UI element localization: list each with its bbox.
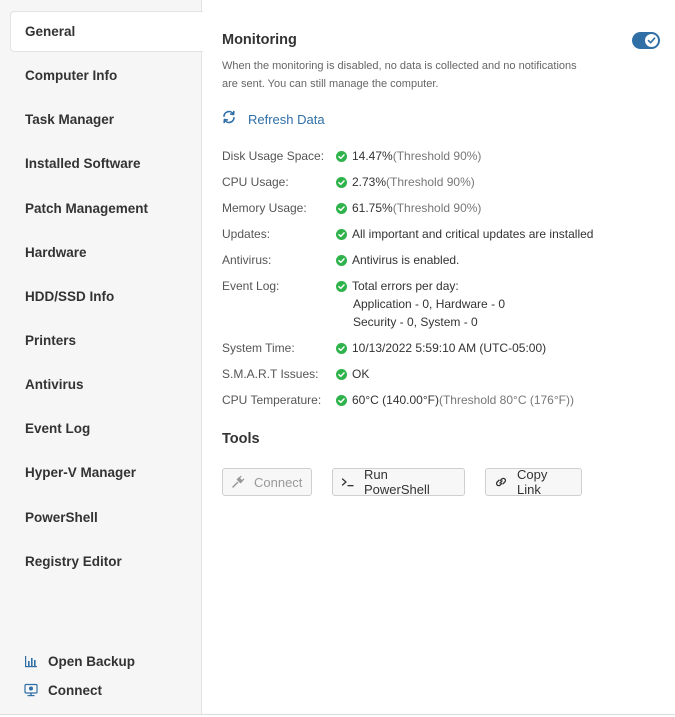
antivirus-value: Antivirus is enabled. xyxy=(336,253,459,267)
event-log-line-1: Total errors per day: xyxy=(352,279,459,293)
cpu-usage-label: CPU Usage: xyxy=(222,175,289,189)
terminal-icon xyxy=(341,475,355,489)
event-log-line-2: Application - 0, Hardware - 0 xyxy=(353,297,506,311)
cpu-temperature-label: CPU Temperature: xyxy=(222,393,322,407)
system-time-label: System Time: xyxy=(222,341,295,355)
sidebar-item-hyper-v-manager[interactable]: Hyper-V Manager xyxy=(11,452,202,493)
success-check-icon xyxy=(336,369,347,380)
copy-link-label: Copy Link xyxy=(517,467,548,497)
cpu-usage-threshold: (Threshold 90%) xyxy=(386,175,475,189)
cpu-temperature-text: 60°C (140.00°F) xyxy=(352,393,439,407)
tools-title: Tools xyxy=(222,431,260,447)
cpu-temperature-value: 60°C (140.00°F) (Threshold 80°C (176°F)) xyxy=(336,393,574,407)
sidebar-item-computer-info[interactable]: Computer Info xyxy=(11,55,202,96)
connect-link[interactable]: Connect xyxy=(24,680,102,700)
disk-usage-label: Disk Usage Space: xyxy=(222,149,325,163)
run-powershell-button[interactable]: Run PowerShell xyxy=(332,467,465,497)
connect-button-label: Connect xyxy=(254,474,303,490)
sidebar-item-event-log[interactable]: Event Log xyxy=(11,408,202,449)
refresh-data-label: Refresh Data xyxy=(248,111,325,127)
monitoring-toggle[interactable] xyxy=(632,32,660,49)
success-check-icon xyxy=(336,395,347,406)
memory-usage-percent: 61.75% xyxy=(352,201,393,215)
connect-link-label: Connect xyxy=(48,682,102,698)
memory-usage-value: 61.75% (Threshold 90%) xyxy=(336,201,481,215)
success-check-icon xyxy=(336,177,347,188)
monitoring-description: When the monitoring is disabled, no data… xyxy=(222,60,577,90)
smart-issues-label: S.M.A.R.T Issues: xyxy=(222,367,319,381)
event-log-line-3: Security - 0, System - 0 xyxy=(353,315,478,329)
smart-issues-value: OK xyxy=(336,367,369,381)
cpu-usage-percent: 2.73% xyxy=(352,175,387,189)
bar-chart-icon xyxy=(24,654,38,668)
copy-link-button[interactable]: Copy Link xyxy=(485,467,582,497)
updates-value: All important and critical updates are i… xyxy=(336,227,593,241)
refresh-icon xyxy=(222,110,236,129)
event-log-details: Total errors per day: Application - 0, H… xyxy=(352,277,505,331)
sidebar-item-antivirus[interactable]: Antivirus xyxy=(11,364,202,405)
sidebar-item-hdd-ssd-info[interactable]: HDD/SSD Info xyxy=(11,276,202,317)
sidebar-item-registry-editor[interactable]: Registry Editor xyxy=(11,541,202,582)
sidebar-item-patch-management[interactable]: Patch Management xyxy=(11,188,202,229)
success-check-icon xyxy=(336,229,347,240)
plug-icon xyxy=(231,475,245,489)
memory-usage-label: Memory Usage: xyxy=(222,201,307,215)
monitoring-title: Monitoring xyxy=(222,32,297,48)
sidebar-item-task-manager[interactable]: Task Manager xyxy=(11,99,202,140)
open-backup-label: Open Backup xyxy=(48,653,136,669)
success-check-icon xyxy=(336,343,347,354)
memory-usage-threshold: (Threshold 90%) xyxy=(392,201,482,215)
sidebar-item-installed-software[interactable]: Installed Software xyxy=(11,143,202,184)
disk-usage-percent: 14.47% xyxy=(352,149,393,163)
monitor-icon xyxy=(24,683,38,697)
antivirus-label: Antivirus: xyxy=(222,253,272,267)
system-time-text: 10/13/2022 5:59:10 AM (UTC-05:00) xyxy=(352,341,547,355)
event-log-label: Event Log: xyxy=(222,279,280,293)
refresh-data-button[interactable]: Refresh Data xyxy=(222,110,325,128)
sidebar-item-hardware[interactable]: Hardware xyxy=(11,232,202,273)
antivirus-status: Antivirus is enabled. xyxy=(352,253,460,267)
success-check-icon xyxy=(336,151,347,162)
updates-status: All important and critical updates are i… xyxy=(352,227,594,241)
event-log-value: Total errors per day: Application - 0, H… xyxy=(336,277,505,331)
system-time-value: 10/13/2022 5:59:10 AM (UTC-05:00) xyxy=(336,341,546,355)
smart-issues-text: OK xyxy=(352,367,370,381)
success-check-icon xyxy=(336,281,347,292)
link-icon xyxy=(494,475,508,489)
sidebar: General Computer Info Task Manager Insta… xyxy=(0,0,203,714)
updates-label: Updates: xyxy=(222,227,271,241)
sidebar-item-printers[interactable]: Printers xyxy=(11,320,202,361)
cpu-usage-value: 2.73% (Threshold 90%) xyxy=(336,175,475,189)
success-check-icon xyxy=(336,255,347,266)
sidebar-item-general[interactable]: General xyxy=(10,11,203,52)
run-powershell-label: Run PowerShell xyxy=(364,467,430,497)
open-backup-link[interactable]: Open Backup xyxy=(24,651,135,671)
cpu-temperature-threshold: (Threshold 80°C (176°F)) xyxy=(438,393,574,407)
disk-usage-threshold: (Threshold 90%) xyxy=(392,149,482,163)
sidebar-item-powershell[interactable]: PowerShell xyxy=(11,497,202,538)
bottom-border xyxy=(0,714,675,715)
connect-button[interactable]: Connect xyxy=(222,468,312,496)
check-icon xyxy=(645,34,658,47)
success-check-icon xyxy=(336,203,347,214)
disk-usage-value: 14.47% (Threshold 90%) xyxy=(336,149,481,163)
